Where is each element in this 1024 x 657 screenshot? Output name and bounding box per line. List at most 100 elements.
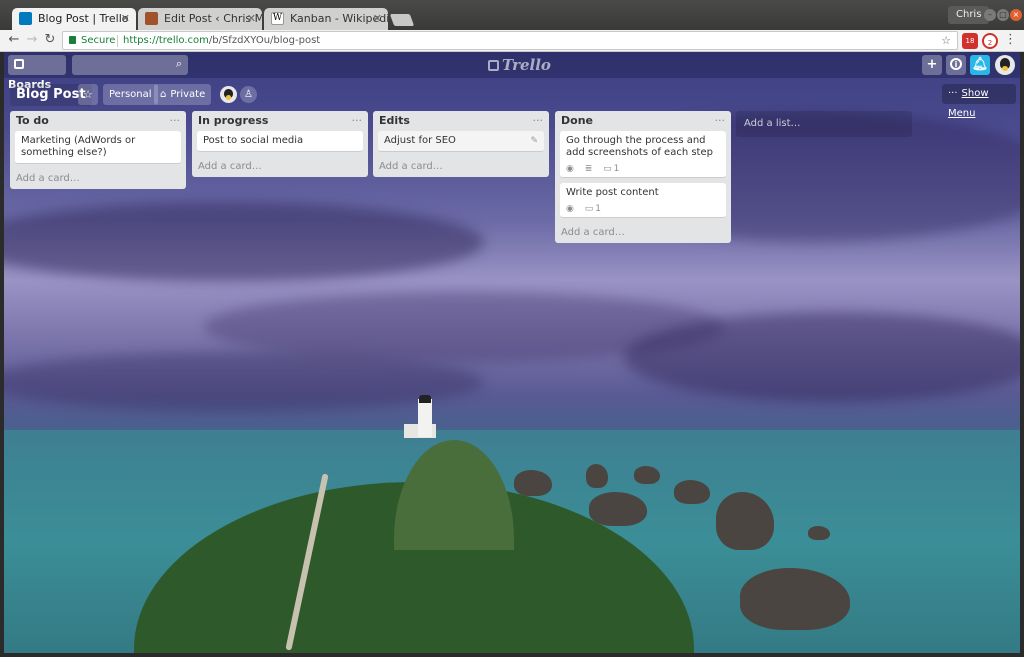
add-button[interactable]: + (922, 55, 942, 75)
visibility-label: Private (170, 89, 206, 100)
todoist-extension-icon[interactable]: 18 (962, 33, 978, 49)
add-card-button[interactable]: Add a card… (192, 157, 368, 177)
board-member-avatar[interactable] (220, 86, 237, 103)
maximize-icon[interactable]: □ (997, 9, 1009, 21)
reload-icon[interactable]: ↻ (42, 32, 58, 48)
card-title: Adjust for SEO (384, 135, 456, 146)
card-badges: ◉ ≣ ▭ 1 (566, 163, 720, 174)
invite-member-button[interactable]: ♙ (240, 86, 257, 103)
url-host: trello.com (158, 35, 209, 46)
list-header[interactable]: Done ··· (555, 111, 731, 131)
trello-logo[interactable]: Trello (488, 56, 551, 74)
list-menu-icon[interactable]: ··· (170, 111, 181, 131)
sea-rock (808, 526, 830, 540)
comment-icon: ▭ (584, 204, 594, 214)
add-card-button[interactable]: Add a card… (373, 157, 549, 177)
comment-count: 1 (595, 204, 601, 214)
back-arrow-icon[interactable]: ← (6, 32, 22, 48)
member-avatar[interactable] (995, 55, 1015, 75)
new-tab-button[interactable] (389, 14, 415, 26)
boards-button[interactable]: Boards (8, 55, 66, 91)
wikipedia-favicon-icon: W (271, 12, 284, 25)
add-list-button[interactable]: Add a list… (736, 111, 912, 137)
lock-icon (69, 36, 76, 44)
browser-tab-wikipedia[interactable]: W Kanban - Wikipedia ✕ (264, 8, 388, 30)
edit-pencil-icon[interactable]: ✎ (530, 135, 538, 147)
card-title: Write post content (566, 187, 659, 198)
wordpress-favicon-icon (145, 12, 158, 25)
comment-count: 1 (613, 164, 620, 174)
star-board-button[interactable]: ☆ (78, 84, 98, 105)
list-header[interactable]: To do ··· (10, 111, 186, 131)
list-header[interactable]: Edits ··· (373, 111, 549, 131)
browser-menu-icon[interactable]: ⋮ (1004, 32, 1017, 47)
list-done: Done ··· Go through the process and add s… (555, 111, 731, 243)
list-title: Done (561, 114, 593, 127)
add-member-icon: ♙ (244, 89, 253, 100)
list-menu-icon[interactable]: ··· (533, 111, 544, 131)
info-button[interactable]: i (946, 55, 966, 75)
lighthouse-lamp (419, 395, 431, 403)
close-window-icon[interactable]: × (1010, 9, 1022, 21)
trello-logo-text: Trello (502, 56, 551, 74)
card-title: Marketing (AdWords or something else?) (21, 135, 136, 158)
card[interactable]: Marketing (AdWords or something else?) (15, 131, 181, 164)
add-card-button[interactable]: Add a card… (10, 169, 186, 189)
card[interactable]: Adjust for SEO ✎ (378, 131, 544, 152)
card[interactable]: Post to social media (197, 131, 363, 152)
background-cloud (624, 312, 1020, 402)
boards-icon (14, 59, 24, 69)
plus-icon: + (926, 57, 938, 72)
extension-badge: 2 (987, 39, 993, 47)
url-scheme: https:// (123, 35, 159, 46)
card-title: Post to social media (203, 135, 304, 146)
sea-rock (514, 470, 552, 496)
background-cloud (4, 352, 484, 412)
add-card-button[interactable]: Add a card… (555, 223, 731, 243)
list-title: To do (16, 114, 49, 127)
comment-icon: ▭ (603, 164, 612, 174)
tab-title: Blog Post | Trello (38, 12, 129, 25)
description-icon: ≣ (584, 164, 593, 174)
list-edits: Edits ··· Adjust for SEO ✎ Add a card… (373, 111, 549, 177)
card[interactable]: Go through the process and add screensho… (560, 131, 726, 178)
show-menu-button[interactable]: ··· Show Menu (942, 84, 1016, 119)
close-tab-icon[interactable]: ✕ (121, 8, 130, 30)
sea-rock (674, 480, 710, 504)
team-button[interactable]: Personal (103, 84, 158, 105)
browser-tab-trello[interactable]: Blog Post | Trello ✕ (12, 8, 136, 30)
bookmark-star-icon[interactable]: ☆ (941, 32, 951, 49)
address-bar[interactable]: Secure https://trello.com/b/SfzdXYOu/blo… (62, 31, 958, 50)
extension-badge: 18 (965, 37, 975, 45)
search-icon: ⌕ (175, 57, 182, 70)
browser-titlebar: Blog Post | Trello ✕ Edit Post ‹ Chris M… (0, 0, 1024, 30)
browser-tab-edit-post[interactable]: Edit Post ‹ Chris Me ✕ (138, 8, 262, 30)
trello-logo-icon (488, 60, 499, 71)
visibility-button[interactable]: ⌂ Private (154, 84, 212, 105)
list-menu-icon[interactable]: ··· (715, 111, 726, 131)
sea-rock (589, 492, 647, 526)
list-title: In progress (198, 114, 269, 127)
search-input[interactable]: ⌕ (72, 55, 188, 75)
menu-dots-icon: ··· (948, 88, 958, 99)
list-header[interactable]: In progress ··· (192, 111, 368, 131)
close-tab-icon[interactable]: ✕ (373, 8, 382, 30)
forward-arrow-icon[interactable]: → (24, 32, 40, 48)
bell-icon: 🔔︎ (971, 57, 989, 72)
info-icon: i (950, 58, 962, 70)
close-tab-icon[interactable]: ✕ (247, 8, 256, 30)
browser-toolbar: ← → ↻ Secure https://trello.com/b/SfzdXY… (0, 30, 1024, 52)
card-title: Go through the process and add screensho… (566, 135, 713, 158)
watching-eye-icon: ◉ (566, 204, 574, 214)
notifications-button[interactable]: 🔔︎ (970, 55, 990, 75)
trello-board-page: Boards ⌕ Trello + i 🔔︎ Blog Post ☆ Perso… (4, 52, 1020, 653)
minimize-icon[interactable]: – (984, 9, 996, 21)
card[interactable]: Write post content ◉ ▭ 1 (560, 183, 726, 218)
trello-header: Boards ⌕ Trello + i 🔔︎ (4, 52, 1020, 91)
lighthouse (418, 399, 432, 437)
adblock-extension-icon[interactable]: 2 (982, 33, 998, 49)
trello-favicon-icon (19, 12, 32, 25)
list-menu-icon[interactable]: ··· (352, 111, 363, 131)
url-text: https://trello.com/b/SfzdXYOu/blog-post (123, 32, 320, 49)
omnibox-separator (117, 35, 118, 47)
